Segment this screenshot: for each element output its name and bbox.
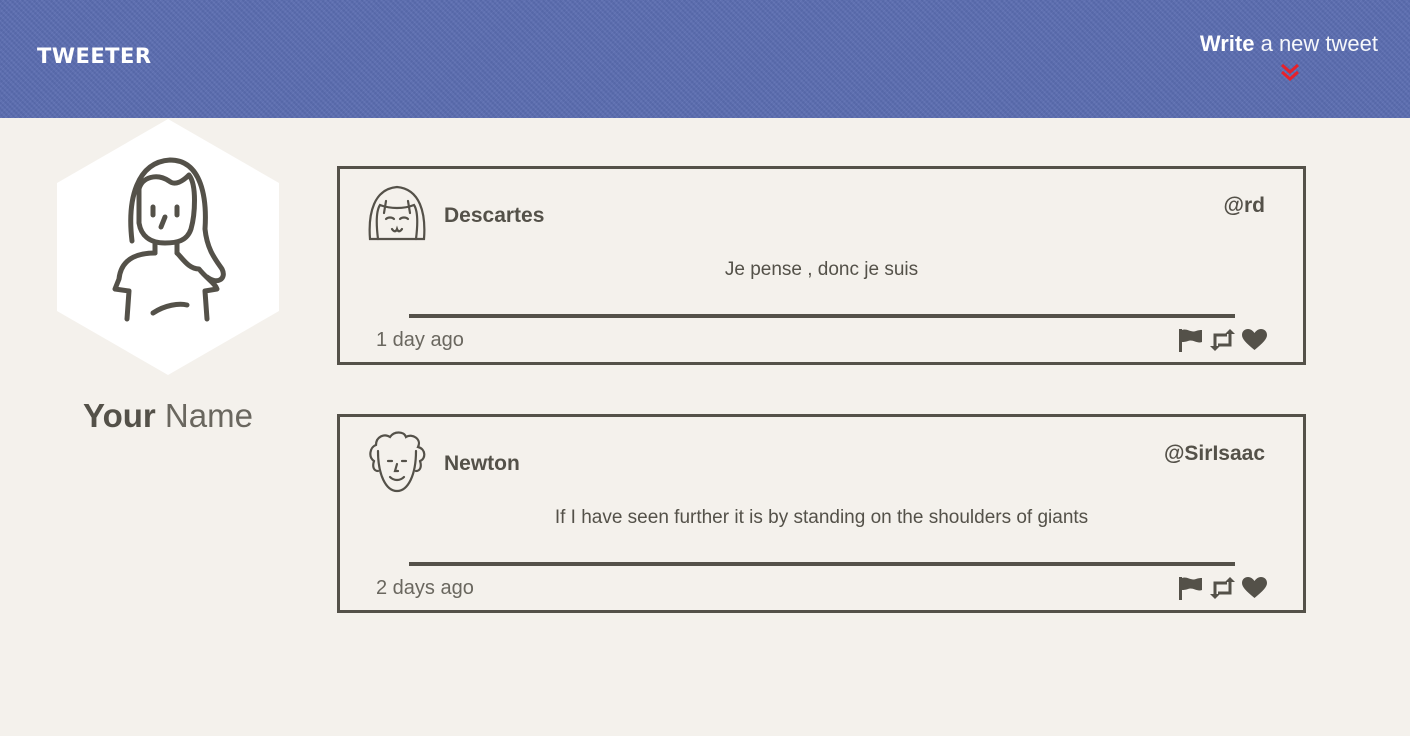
profile-name: Your Name xyxy=(57,397,279,435)
tweet-timestamp: 2 days ago xyxy=(376,577,474,599)
retweet-icon[interactable] xyxy=(1209,328,1236,352)
tweet-card: Newton @SirIsaac If I have seen further … xyxy=(337,414,1306,613)
tweet-text: If I have seen further it is by standing… xyxy=(554,507,1089,528)
double-chevron-down-icon[interactable] xyxy=(1280,62,1300,82)
tweet-timestamp: 1 day ago xyxy=(376,329,464,351)
tweet-actions xyxy=(1177,576,1268,600)
heart-icon[interactable] xyxy=(1241,576,1268,600)
tweet-author-handle[interactable]: @rd xyxy=(1224,194,1265,218)
tweet-author-name[interactable]: Newton xyxy=(444,452,520,476)
compose-toggle-button[interactable]: Write a new tweet xyxy=(1200,31,1378,57)
profile-name-rest: Name xyxy=(155,397,253,434)
tweet-card: Descartes @rd Je pense , donc je suis 1 … xyxy=(337,166,1306,365)
girl-bangs-avatar-icon xyxy=(368,185,426,241)
retweet-icon[interactable] xyxy=(1209,576,1236,600)
tweet-author-handle[interactable]: @SirIsaac xyxy=(1164,442,1265,466)
flag-icon[interactable] xyxy=(1177,576,1204,600)
tweet-text: Je pense , donc je suis xyxy=(724,259,919,280)
profile-avatar xyxy=(57,119,279,375)
curly-hair-avatar-icon xyxy=(369,431,426,493)
top-nav: TWEETER Write a new tweet xyxy=(0,0,1410,118)
compose-label-strong: Write xyxy=(1199,31,1255,56)
flag-icon[interactable] xyxy=(1177,328,1204,352)
heart-icon[interactable] xyxy=(1241,328,1268,352)
tweet-author-name[interactable]: Descartes xyxy=(444,204,544,228)
tweet-actions xyxy=(1177,328,1268,352)
profile-name-first: Your xyxy=(83,397,156,434)
tweet-divider xyxy=(409,562,1235,566)
compose-label-rest: a new tweet xyxy=(1254,31,1378,56)
tweet-divider xyxy=(409,314,1235,318)
brand-logo[interactable]: TWEETER xyxy=(37,44,152,68)
